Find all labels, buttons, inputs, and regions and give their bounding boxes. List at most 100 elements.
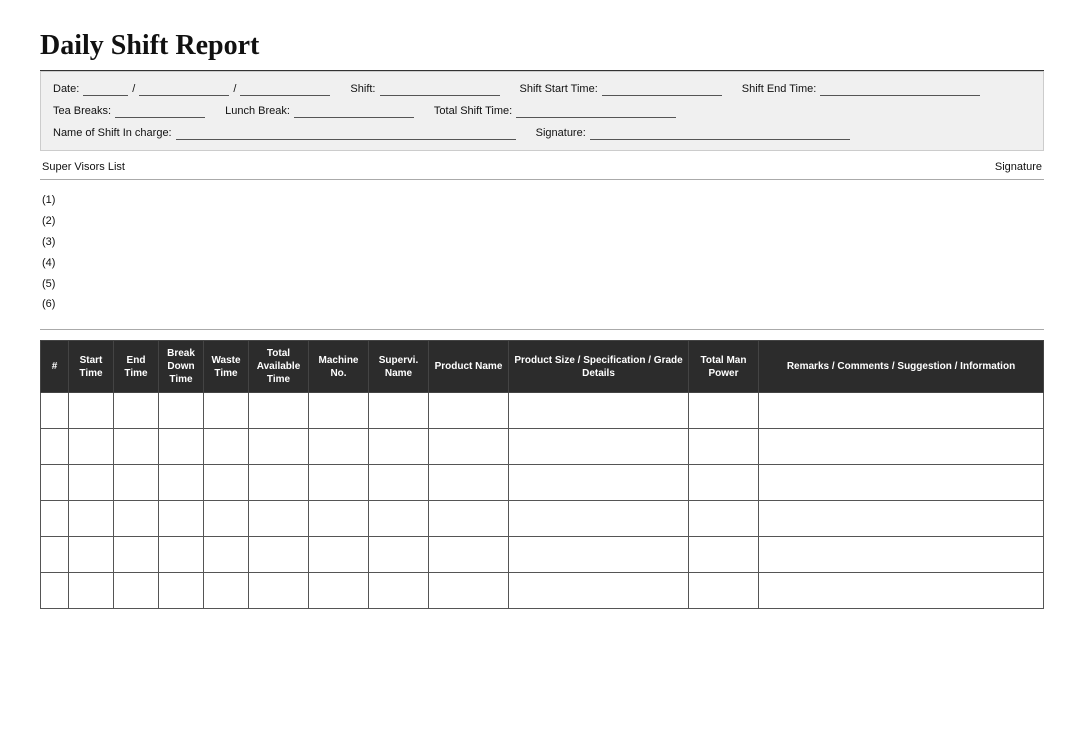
col-header-num: # [41, 341, 69, 393]
date-month-field[interactable] [139, 82, 229, 96]
cell-row1-col6[interactable] [309, 393, 369, 429]
cell-row3-col8[interactable] [429, 465, 509, 501]
data-table: # Start Time End Time Break Down Time Wa… [40, 340, 1044, 609]
cell-row2-col6[interactable] [309, 429, 369, 465]
cell-row3-col1[interactable] [69, 465, 114, 501]
cell-row1-col11[interactable] [759, 393, 1044, 429]
cell-row6-col2[interactable] [114, 573, 159, 609]
cell-row2-col8[interactable] [429, 429, 509, 465]
header-section: Date: / / Shift: Shift Start Time: Shift… [40, 71, 1044, 151]
cell-row2-col11[interactable] [759, 429, 1044, 465]
cell-row3-col10[interactable] [689, 465, 759, 501]
cell-row6-col11[interactable] [759, 573, 1044, 609]
cell-row3-col6[interactable] [309, 465, 369, 501]
cell-row4-col9[interactable] [509, 501, 689, 537]
cell-row6-col7[interactable] [369, 573, 429, 609]
cell-row2-col10[interactable] [689, 429, 759, 465]
col-header-spec: Product Size / Specification / Grade Det… [509, 341, 689, 393]
date-label: Date: [53, 83, 79, 95]
tea-field[interactable] [115, 104, 205, 118]
cell-row1-col2[interactable] [114, 393, 159, 429]
col-header-break: Break Down Time [159, 341, 204, 393]
date-year-field[interactable] [240, 82, 330, 96]
cell-row2-col7[interactable] [369, 429, 429, 465]
supervisor-item-3: (3) [42, 232, 1042, 253]
cell-row5-col5[interactable] [249, 537, 309, 573]
cell-row3-col5[interactable] [249, 465, 309, 501]
cell-row4-col5[interactable] [249, 501, 309, 537]
cell-row6-col9[interactable] [509, 573, 689, 609]
cell-row6-col0[interactable] [41, 573, 69, 609]
cell-row2-col0[interactable] [41, 429, 69, 465]
cell-row1-col10[interactable] [689, 393, 759, 429]
cell-row4-col6[interactable] [309, 501, 369, 537]
cell-row1-col5[interactable] [249, 393, 309, 429]
supervisor-item-6: (6) [42, 294, 1042, 315]
shift-field[interactable] [380, 82, 500, 96]
cell-row6-col10[interactable] [689, 573, 759, 609]
cell-row2-col4[interactable] [204, 429, 249, 465]
cell-row2-col3[interactable] [159, 429, 204, 465]
cell-row5-col10[interactable] [689, 537, 759, 573]
cell-row1-col4[interactable] [204, 393, 249, 429]
cell-row4-col1[interactable] [69, 501, 114, 537]
cell-row2-col2[interactable] [114, 429, 159, 465]
cell-row3-col7[interactable] [369, 465, 429, 501]
shift-end-group: Shift End Time: [742, 82, 981, 96]
signature-field[interactable] [590, 126, 850, 140]
signature-label: Signature: [536, 127, 586, 139]
header-row-2: Tea Breaks: Lunch Break: Total Shift Tim… [53, 104, 1031, 118]
cell-row4-col0[interactable] [41, 501, 69, 537]
total-shift-field[interactable] [516, 104, 676, 118]
shift-start-field[interactable] [602, 82, 722, 96]
cell-row4-col7[interactable] [369, 501, 429, 537]
lunch-field[interactable] [294, 104, 414, 118]
supervisors-signature-label: Signature [995, 161, 1042, 173]
supervisor-list: (1) (2) (3) (4) (5) (6) [42, 190, 1042, 315]
cell-row5-col1[interactable] [69, 537, 114, 573]
cell-row3-col9[interactable] [509, 465, 689, 501]
cell-row6-col3[interactable] [159, 573, 204, 609]
cell-row5-col11[interactable] [759, 537, 1044, 573]
cell-row5-col9[interactable] [509, 537, 689, 573]
cell-row6-col8[interactable] [429, 573, 509, 609]
cell-row3-col2[interactable] [114, 465, 159, 501]
cell-row3-col11[interactable] [759, 465, 1044, 501]
col-header-waste: Waste Time [204, 341, 249, 393]
cell-row4-col10[interactable] [689, 501, 759, 537]
cell-row6-col5[interactable] [249, 573, 309, 609]
cell-row5-col8[interactable] [429, 537, 509, 573]
cell-row5-col0[interactable] [41, 537, 69, 573]
header-row-3: Name of Shift In charge: Signature: [53, 126, 1031, 140]
cell-row6-col6[interactable] [309, 573, 369, 609]
cell-row1-col3[interactable] [159, 393, 204, 429]
cell-row6-col1[interactable] [69, 573, 114, 609]
cell-row4-col4[interactable] [204, 501, 249, 537]
name-field[interactable] [176, 126, 516, 140]
cell-row1-col7[interactable] [369, 393, 429, 429]
cell-row4-col2[interactable] [114, 501, 159, 537]
lunch-group: Lunch Break: [225, 104, 414, 118]
cell-row5-col3[interactable] [159, 537, 204, 573]
cell-row1-col1[interactable] [69, 393, 114, 429]
cell-row4-col3[interactable] [159, 501, 204, 537]
cell-row1-col8[interactable] [429, 393, 509, 429]
shift-end-field[interactable] [820, 82, 980, 96]
cell-row5-col4[interactable] [204, 537, 249, 573]
date-day-field[interactable] [83, 82, 128, 96]
cell-row2-col1[interactable] [69, 429, 114, 465]
cell-row1-col9[interactable] [509, 393, 689, 429]
cell-row6-col4[interactable] [204, 573, 249, 609]
cell-row3-col4[interactable] [204, 465, 249, 501]
cell-row5-col7[interactable] [369, 537, 429, 573]
cell-row1-col0[interactable] [41, 393, 69, 429]
cell-row3-col0[interactable] [41, 465, 69, 501]
cell-row2-col5[interactable] [249, 429, 309, 465]
cell-row4-col8[interactable] [429, 501, 509, 537]
cell-row2-col9[interactable] [509, 429, 689, 465]
cell-row5-col2[interactable] [114, 537, 159, 573]
cell-row3-col3[interactable] [159, 465, 204, 501]
cell-row4-col11[interactable] [759, 501, 1044, 537]
table-row [41, 573, 1044, 609]
cell-row5-col6[interactable] [309, 537, 369, 573]
